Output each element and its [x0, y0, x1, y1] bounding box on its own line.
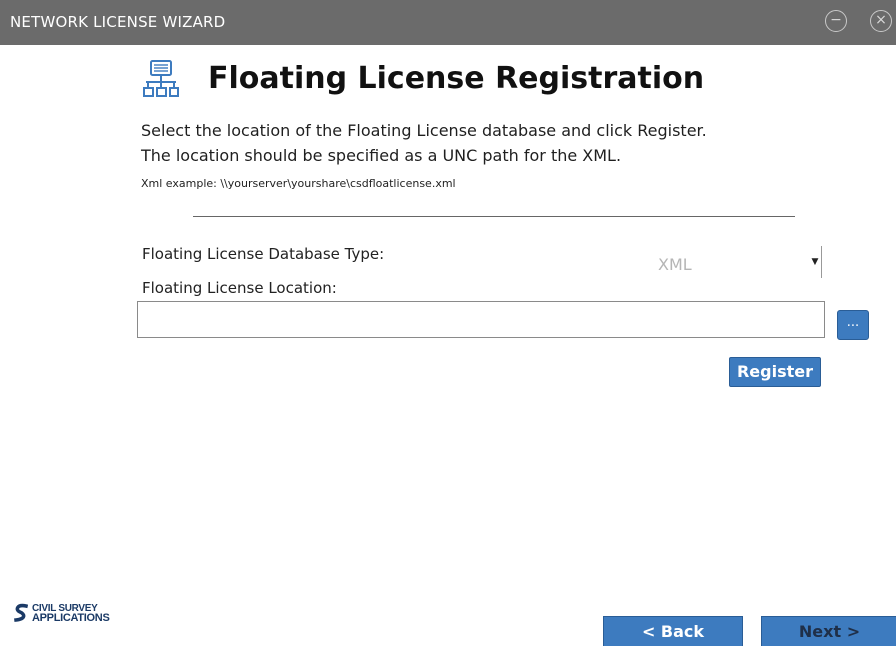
page-title: Floating License Registration: [208, 61, 705, 96]
minimize-button[interactable]: −: [825, 10, 847, 32]
close-button[interactable]: ×: [870, 10, 892, 32]
location-input[interactable]: [137, 301, 825, 338]
xml-example-text: Xml example: \\yourserver\yourshare\csdf…: [141, 177, 456, 190]
divider: [193, 216, 795, 217]
browse-button[interactable]: ...: [837, 310, 869, 340]
instruction-text: Select the location of the Floating Lice…: [141, 121, 707, 140]
register-button[interactable]: Register: [729, 357, 821, 387]
next-button[interactable]: Next >: [761, 616, 896, 646]
location-label: Floating License Location:: [142, 279, 337, 297]
db-type-select[interactable]: XML: [658, 255, 692, 274]
logo-text-line2: APPLICATIONS: [32, 612, 110, 624]
minimize-icon: −: [830, 12, 842, 28]
network-icon: [143, 60, 179, 97]
title-bar: NETWORK LICENSE WIZARD − ×: [0, 0, 896, 45]
db-type-label: Floating License Database Type:: [142, 245, 385, 263]
window-title: NETWORK LICENSE WIZARD: [10, 13, 226, 31]
instruction-text-unc: The location should be specified as a UN…: [141, 146, 622, 165]
db-type-dropdown-arrow[interactable]: ▼: [808, 244, 822, 280]
chevron-down-icon: ▼: [811, 257, 819, 267]
back-button[interactable]: < Back: [603, 616, 743, 646]
close-icon: ×: [875, 12, 887, 28]
logo-mark-icon: [14, 603, 28, 622]
